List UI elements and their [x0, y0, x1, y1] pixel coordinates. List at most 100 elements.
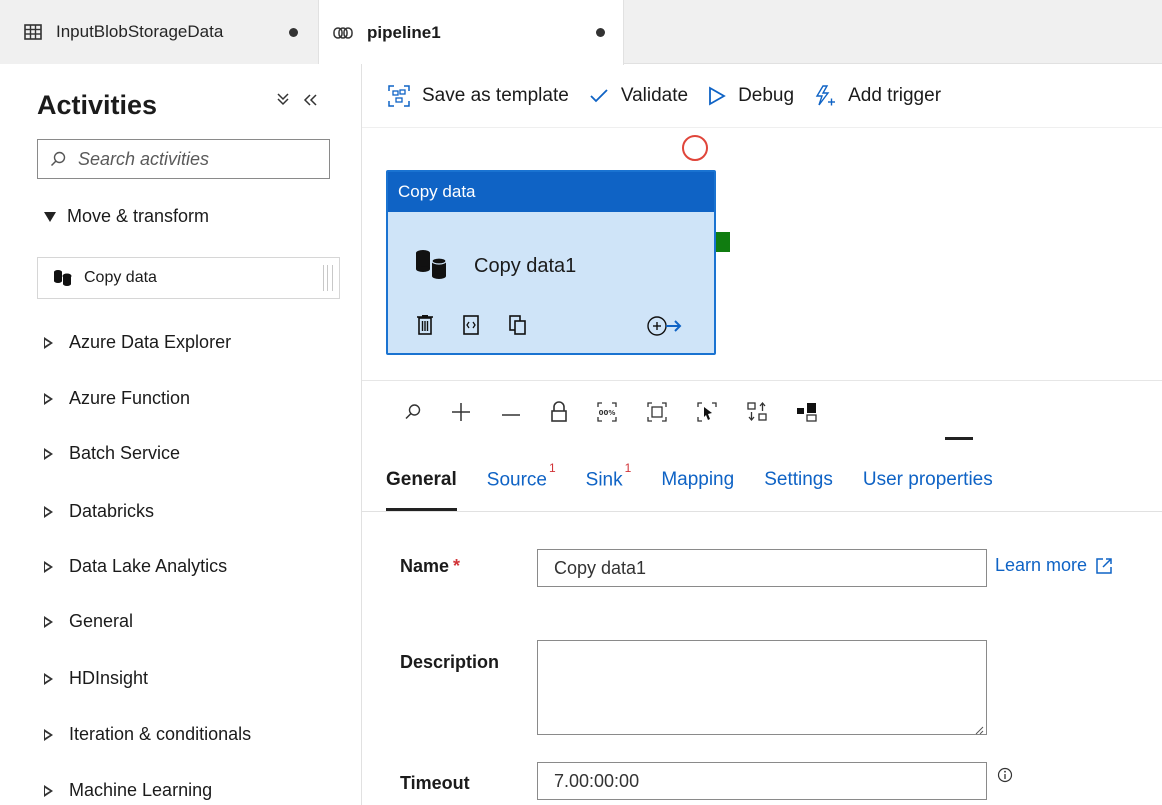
- group-general[interactable]: General: [44, 611, 133, 632]
- fit-to-screen-icon[interactable]: [646, 401, 668, 423]
- tab-pipeline1[interactable]: pipeline1: [318, 0, 624, 65]
- collapsed-icon: [44, 784, 53, 797]
- tab-label: User properties: [862, 469, 993, 490]
- collapsed-icon: [44, 672, 53, 685]
- group-azure-function[interactable]: Azure Function: [44, 388, 190, 409]
- delete-icon[interactable]: [416, 314, 434, 336]
- tab-label: Source: [486, 469, 547, 490]
- group-label: Data Lake Analytics: [69, 556, 228, 576]
- code-icon[interactable]: [462, 314, 480, 336]
- activity-label: Copy data: [84, 269, 157, 286]
- info-icon[interactable]: [997, 767, 1013, 783]
- zoom-in-icon[interactable]: [450, 401, 472, 423]
- success-output-port[interactable]: [716, 232, 730, 252]
- button-label: Save as template: [422, 84, 569, 106]
- tab-source[interactable]: Source1: [486, 461, 556, 511]
- drag-handle-icon[interactable]: [323, 265, 333, 291]
- collapse-all-icon[interactable]: [276, 90, 290, 113]
- group-label: Move & transform: [67, 206, 210, 226]
- lock-icon[interactable]: [550, 400, 568, 423]
- debug-button[interactable]: Debug: [708, 85, 794, 107]
- validate-button[interactable]: Validate: [589, 85, 688, 107]
- description-field[interactable]: [537, 640, 987, 735]
- clone-icon[interactable]: [508, 314, 528, 336]
- add-output-icon[interactable]: [646, 314, 686, 343]
- zoom-out-icon[interactable]: [500, 401, 522, 423]
- button-label: Validate: [620, 84, 689, 106]
- collapsed-icon: [44, 447, 53, 460]
- tab-mapping[interactable]: Mapping: [661, 469, 734, 511]
- pipeline-icon: [333, 26, 353, 40]
- editor-tab-bar: InputBlobStorageData pipeline1: [0, 0, 1162, 65]
- unsaved-indicator: [596, 28, 605, 37]
- node-header: Copy data: [388, 172, 714, 212]
- learn-more-link[interactable]: Learn more: [995, 555, 1113, 576]
- tab-label: pipeline1: [367, 22, 441, 42]
- tab-settings[interactable]: Settings: [764, 469, 833, 511]
- name-value: Copy data1: [554, 557, 647, 578]
- group-label: Azure Data Explorer: [69, 332, 232, 352]
- collapsed-icon: [44, 728, 53, 741]
- lightning-add-icon: [814, 84, 836, 107]
- timeout-label: Timeout: [400, 773, 470, 793]
- description-label: Description: [400, 652, 500, 672]
- error-indicator-icon[interactable]: [682, 135, 708, 161]
- resize-handle-icon[interactable]: [974, 722, 984, 735]
- timeout-value: 7.00:00:00: [554, 770, 640, 791]
- table-icon: [24, 24, 42, 40]
- tab-user-properties[interactable]: User properties: [863, 469, 993, 511]
- search-icon[interactable]: [404, 403, 422, 421]
- auto-align-icon[interactable]: [746, 401, 768, 423]
- group-data-lake-analytics[interactable]: Data Lake Analytics: [44, 556, 227, 577]
- group-azure-data-explorer[interactable]: Azure Data Explorer: [44, 332, 231, 353]
- copy-data-icon: [412, 248, 452, 287]
- group-iteration-conditionals[interactable]: Iteration & conditionals: [44, 724, 251, 745]
- expanded-icon: [44, 211, 56, 222]
- group-label: General: [69, 611, 134, 631]
- collapsed-icon: [44, 505, 53, 518]
- collapsed-icon: [44, 336, 53, 349]
- node-name: Copy data1: [474, 255, 577, 277]
- unsaved-indicator: [289, 28, 298, 37]
- group-hdinsight[interactable]: HDInsight: [44, 668, 148, 689]
- zoom-100-icon[interactable]: 00%: [596, 401, 618, 423]
- label-text: Name: [400, 556, 450, 576]
- group-label: HDInsight: [69, 668, 149, 688]
- template-icon: [388, 84, 410, 107]
- error-count-badge: 1: [548, 460, 556, 475]
- timeout-field[interactable]: 7.00:00:00: [537, 762, 987, 800]
- tab-label: Settings: [764, 469, 833, 490]
- error-count-badge: 1: [624, 460, 632, 475]
- canvas-zoom-toolbar: 00%: [362, 380, 1162, 442]
- activities-panel: Activities Search activities Move & tran…: [0, 64, 362, 805]
- tab-label: Sink: [585, 469, 623, 490]
- group-move-transform[interactable]: Move & transform: [44, 206, 209, 227]
- add-trigger-button[interactable]: Add trigger: [814, 85, 941, 107]
- svg-text:00%: 00%: [599, 409, 616, 417]
- group-machine-learning[interactable]: Machine Learning: [44, 780, 212, 801]
- group-label: Batch Service: [69, 443, 181, 463]
- minimap-icon[interactable]: [796, 401, 818, 423]
- group-databricks[interactable]: Databricks: [44, 501, 154, 522]
- hide-panel-icon[interactable]: [302, 90, 318, 113]
- activity-copy-data[interactable]: Copy data: [37, 257, 340, 299]
- select-icon[interactable]: [696, 401, 718, 423]
- tab-input-blob-storage-data[interactable]: InputBlobStorageData: [0, 0, 318, 64]
- tab-general[interactable]: General: [386, 469, 457, 511]
- search-icon: [50, 151, 66, 167]
- name-field[interactable]: Copy data1: [537, 549, 987, 587]
- pipeline-canvas[interactable]: Copy data Copy data1: [362, 128, 1162, 380]
- tab-sink[interactable]: Sink1: [585, 461, 632, 511]
- button-label: Debug: [738, 84, 795, 106]
- group-batch-service[interactable]: Batch Service: [44, 443, 180, 464]
- external-link-icon: [1095, 557, 1113, 575]
- group-label: Azure Function: [69, 388, 191, 408]
- required-marker: *: [453, 556, 461, 576]
- collapsed-icon: [44, 560, 53, 573]
- copy-data-activity-node[interactable]: Copy data Copy data1: [386, 170, 716, 355]
- collapsed-icon: [44, 392, 53, 405]
- save-as-template-button[interactable]: Save as template: [388, 85, 569, 107]
- search-activities-input[interactable]: Search activities: [37, 139, 330, 179]
- group-label: Databricks: [69, 501, 155, 521]
- copy-data-icon: [52, 269, 74, 287]
